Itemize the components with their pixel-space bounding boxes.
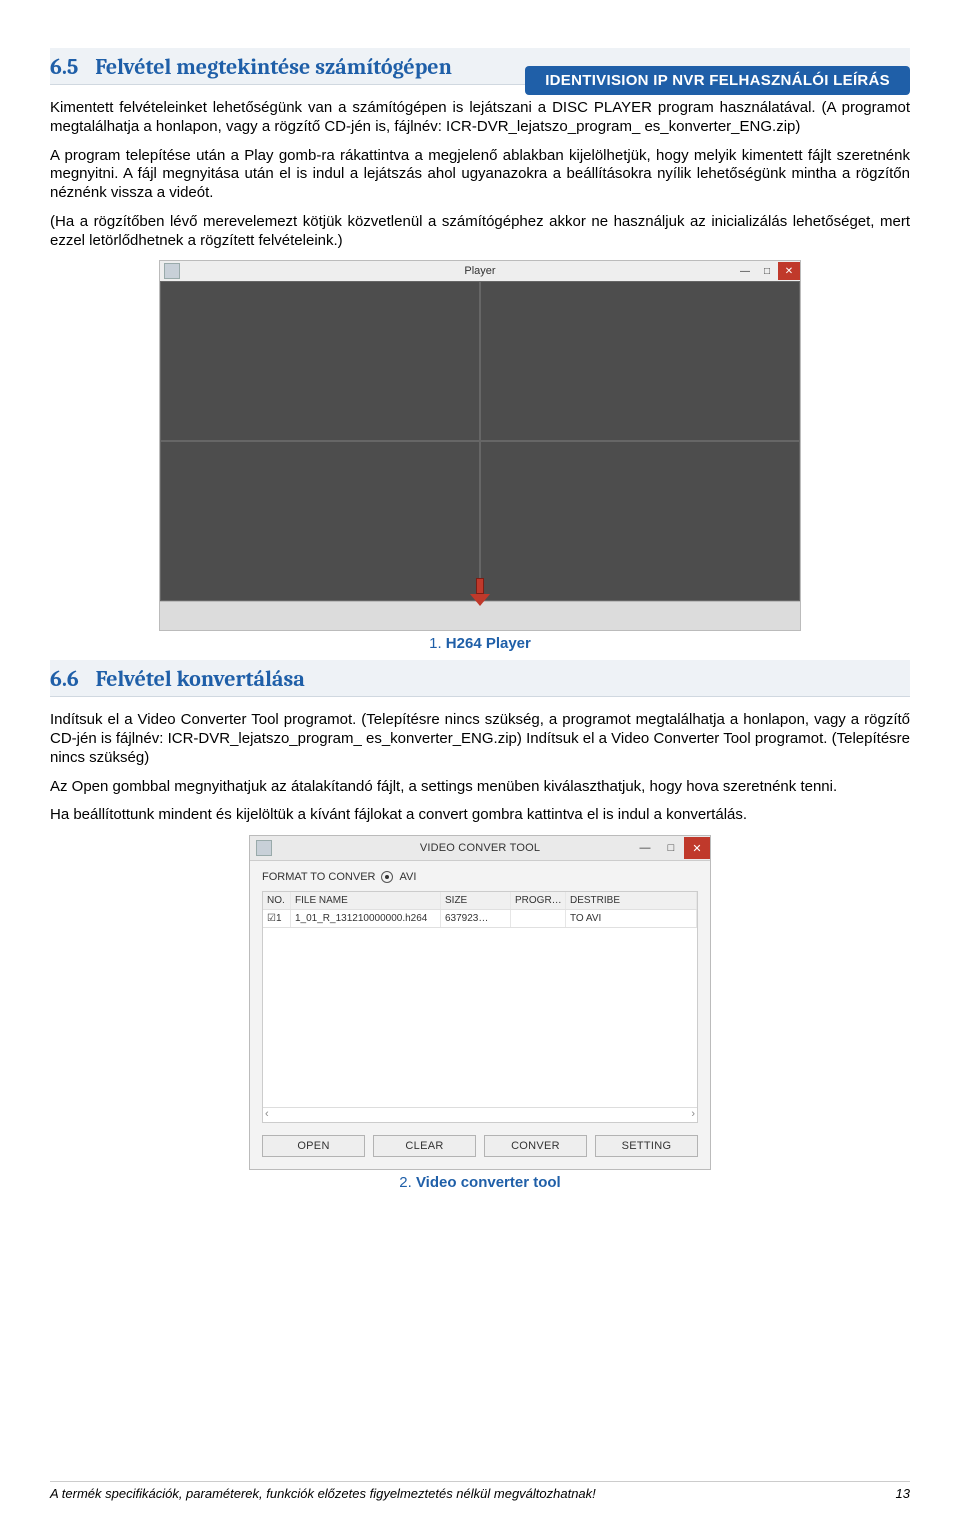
col-filename: FILE NAME (291, 892, 441, 909)
section-heading-6-6: 6.6 Felvétel konvertálása (50, 660, 910, 697)
close-icon[interactable]: ✕ (684, 837, 710, 859)
section-number: 6.6 (50, 666, 79, 692)
paragraph: A program telepítése után a Play gomb-ra… (50, 147, 910, 203)
caption-text: Video converter tool (416, 1174, 561, 1191)
scroll-right-icon[interactable]: › (691, 1108, 695, 1122)
row-checkbox[interactable]: 1 (263, 910, 291, 927)
table-row[interactable]: 1 1_01_R_131210000000.h264 637923… TO AV… (263, 910, 697, 928)
cell-size: 637923… (441, 910, 511, 927)
page-footer: A termék specifikációk, paraméterek, fun… (50, 1481, 910, 1501)
cell-progress (511, 910, 566, 927)
caption-number: 2. (399, 1174, 412, 1191)
table-header: NO. FILE NAME SIZE PROGR… DESTRIBE (263, 892, 697, 910)
footer-text: A termék specifikációk, paraméterek, fun… (50, 1486, 596, 1501)
setting-button[interactable]: SETTING (595, 1135, 698, 1157)
clear-button[interactable]: CLEAR (373, 1135, 476, 1157)
page-number: 13 (896, 1486, 910, 1501)
radio-avi[interactable] (381, 871, 393, 883)
col-no: NO. (263, 892, 291, 909)
conver-button[interactable]: CONVER (484, 1135, 587, 1157)
maximize-icon[interactable]: □ (756, 262, 778, 280)
minimize-icon[interactable]: — (632, 837, 658, 859)
app-icon (256, 840, 272, 856)
player-video-grid (160, 281, 800, 601)
paragraph: Kimentett felvételeinket lehetőségünk va… (50, 99, 910, 137)
paragraph: (Ha a rögzítőben lévő merevelemezt kötjü… (50, 213, 910, 251)
cell-filename: 1_01_R_131210000000.h264 (291, 910, 441, 927)
maximize-icon[interactable]: □ (658, 837, 684, 859)
scroll-left-icon[interactable]: ‹ (265, 1108, 269, 1122)
converter-title: VIDEO CONVER TOOL (420, 842, 540, 854)
format-row: FORMAT TO CONVER AVI (262, 871, 698, 883)
player-title: Player (464, 265, 495, 277)
close-icon[interactable]: ✕ (778, 262, 800, 280)
caption-number: 1. (429, 635, 442, 652)
figure-caption-1: 1. H264 Player (50, 635, 910, 652)
annotation-arrow-icon (468, 578, 492, 606)
player-titlebar: Player — □ ✕ (160, 261, 800, 281)
player-controls-bar[interactable] (160, 601, 800, 630)
col-size: SIZE (441, 892, 511, 909)
col-progress: PROGR… (511, 892, 566, 909)
header-badge: IDENTIVISION IP NVR FELHASZNÁLÓI LEÍRÁS (525, 66, 910, 95)
paragraph: Az Open gombbal megnyithatjuk az átalakí… (50, 778, 910, 797)
minimize-icon[interactable]: — (734, 262, 756, 280)
open-button[interactable]: OPEN (262, 1135, 365, 1157)
cell-destribe: TO AVI (566, 910, 697, 927)
section-number: 6.5 (50, 54, 78, 80)
converter-titlebar: VIDEO CONVER TOOL — □ ✕ (250, 836, 710, 861)
player-screenshot: Player — □ ✕ (159, 260, 801, 631)
paragraph: Indítsuk el a Video Converter Tool progr… (50, 711, 910, 767)
col-destribe: DESTRIBE (566, 892, 697, 909)
app-icon (164, 263, 180, 279)
section-title: Felvétel konvertálása (96, 666, 305, 692)
figure-caption-2: 2. Video converter tool (50, 1174, 910, 1191)
scrollbar-horizontal[interactable]: ‹ › (263, 1107, 697, 1122)
format-option-avi: AVI (399, 871, 416, 883)
section-title: Felvétel megtekintése számítógépen (95, 54, 452, 80)
paragraph: Ha beállítottunk mindent és kijelöltük a… (50, 806, 910, 825)
converter-table: NO. FILE NAME SIZE PROGR… DESTRIBE 1 1_0… (262, 891, 698, 1123)
caption-text: H264 Player (446, 635, 531, 652)
converter-screenshot: VIDEO CONVER TOOL — □ ✕ FORMAT TO CONVER… (249, 835, 711, 1170)
format-label: FORMAT TO CONVER (262, 871, 375, 883)
